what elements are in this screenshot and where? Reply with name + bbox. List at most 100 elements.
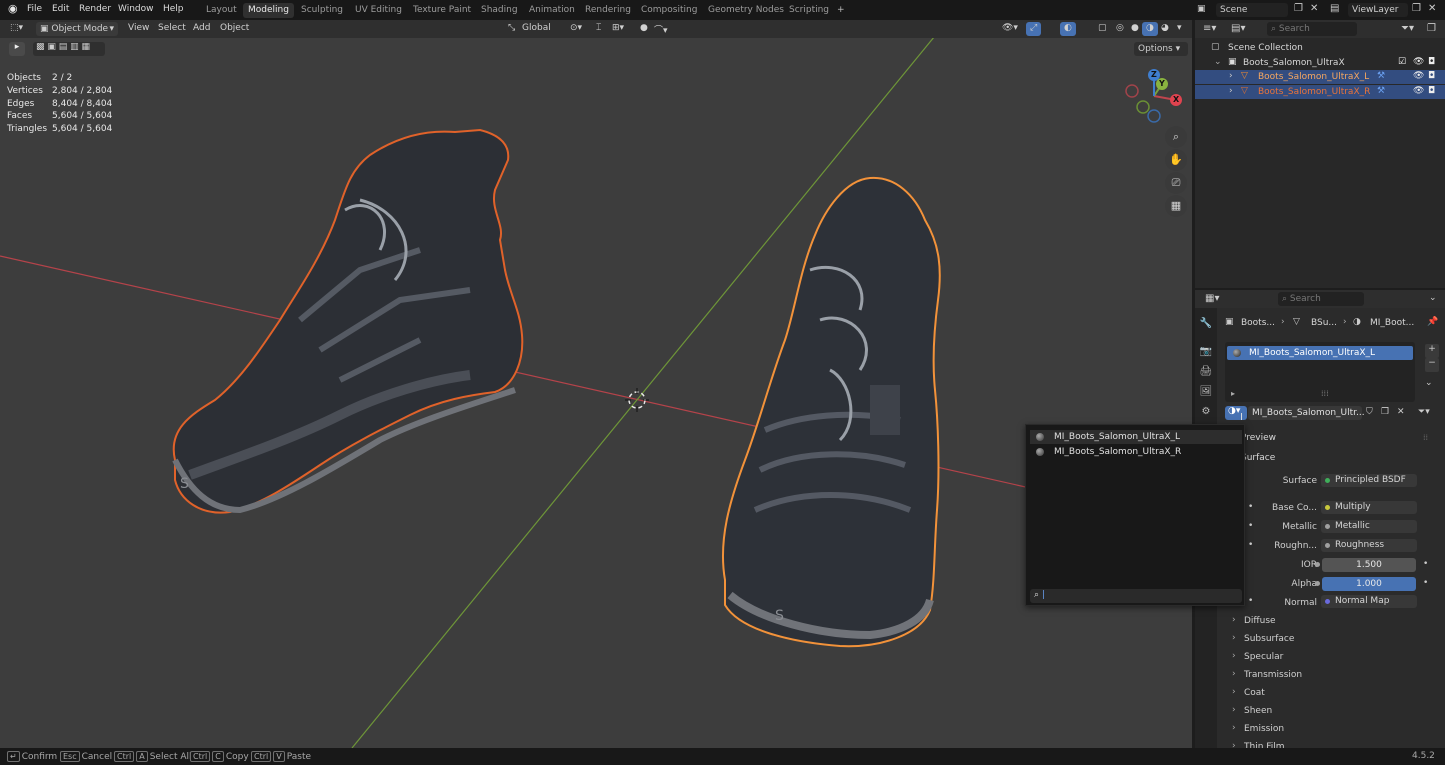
section-specular[interactable]: Specular xyxy=(1244,652,1283,662)
section-subsurface[interactable]: Subsurface xyxy=(1244,634,1294,644)
roughness-field[interactable]: Roughness xyxy=(1321,539,1417,552)
metallic-field[interactable]: Metallic xyxy=(1321,520,1417,533)
drag-handle-icon[interactable]: ⁞⁞ xyxy=(1423,433,1428,442)
add-workspace-button[interactable]: + xyxy=(832,3,850,18)
material-preview-icon[interactable]: ◑ xyxy=(1142,22,1158,36)
section-transmission[interactable]: Transmission xyxy=(1244,670,1302,680)
3d-viewport[interactable]: S S X Y Z ⌕ ✋ ⎚ ▦ ⬚▾ ▣ Object Mode ▾ Vie… xyxy=(0,20,1192,748)
scene-icon[interactable]: ▣ xyxy=(1197,4,1206,14)
view-layer-icon[interactable]: ▤ xyxy=(1330,3,1339,14)
menu-view[interactable]: View xyxy=(124,22,153,36)
collection-checkbox-icon[interactable]: ☑ xyxy=(1398,57,1406,67)
breadcrumb-material[interactable]: MI_Boot... xyxy=(1370,318,1414,328)
outliner-editor-type-icon[interactable]: ≡▾ xyxy=(1203,23,1216,34)
eye-icon[interactable]: 👁 xyxy=(1413,57,1424,67)
menu-edit[interactable]: Edit xyxy=(52,4,69,14)
list-resize-handle[interactable]: ⁞⁞⁞ xyxy=(1321,389,1329,398)
material-browse-button[interactable]: ◑▾ xyxy=(1225,406,1247,420)
section-diffuse[interactable]: Diffuse xyxy=(1244,616,1276,626)
workspace-tab-shading[interactable]: Shading xyxy=(476,3,523,18)
camera-icon[interactable]: ◘ xyxy=(1428,71,1435,81)
select-tool-icon[interactable]: ▸ xyxy=(9,42,25,56)
scene-selector[interactable]: Scene xyxy=(1216,3,1288,17)
delete-view-layer-icon[interactable]: ✕ xyxy=(1428,3,1436,14)
surface-shader-field[interactable]: Principled BSDF xyxy=(1321,474,1417,487)
add-slot-icon[interactable]: + xyxy=(1425,344,1439,358)
material-name-field[interactable]: MI_Boots_Salomon_Ultr... xyxy=(1248,406,1365,420)
snap-target-icon[interactable]: ⊞▾ xyxy=(608,22,628,36)
scene-tab-icon[interactable]: ⚙ xyxy=(1199,406,1213,420)
outliner-row-object[interactable]: › ▽ Boots_Salomon_UltraX_L ⚒ 👁 ◘ xyxy=(1195,70,1445,84)
breadcrumb-object[interactable]: Boots... xyxy=(1241,318,1275,328)
options-button[interactable]: Options ▾ xyxy=(1134,42,1188,56)
workspace-tab-modeling[interactable]: Modeling xyxy=(243,3,294,18)
proportional-falloff-icon[interactable]: ⌒▾ xyxy=(650,22,672,36)
visibility-icon[interactable]: 👁▾ xyxy=(998,22,1022,36)
list-expand-icon[interactable]: ▸ xyxy=(1231,389,1235,398)
fake-user-shield-icon[interactable]: ⛉ xyxy=(1366,407,1373,417)
menu-object[interactable]: Object xyxy=(216,22,253,36)
shading-options-icon[interactable]: ▾ xyxy=(1173,22,1186,36)
menu-render[interactable]: Render xyxy=(79,4,111,14)
outliner-display-mode-icon[interactable]: ▤▾ xyxy=(1231,23,1245,34)
node-filter-icon[interactable]: ⏷▾ xyxy=(1418,407,1430,417)
tool-tab-icon[interactable]: 🔧 xyxy=(1199,318,1213,332)
dropdown-item[interactable]: MI_Boots_Salomon_UltraX_L xyxy=(1030,430,1242,444)
modifier-wrench-icon[interactable]: ⚒ xyxy=(1377,71,1385,81)
base-color-field[interactable]: Multiply xyxy=(1321,501,1417,514)
unlink-material-icon[interactable]: ✕ xyxy=(1397,407,1405,417)
modifier-wrench-icon[interactable]: ⚒ xyxy=(1377,86,1385,96)
duplicate-material-icon[interactable]: ❐ xyxy=(1381,407,1389,417)
filter-icon[interactable]: ⏷▾ xyxy=(1401,23,1414,34)
section-emission[interactable]: Emission xyxy=(1244,724,1284,734)
alpha-slider[interactable]: 1.000 xyxy=(1322,577,1416,591)
remove-slot-icon[interactable]: − xyxy=(1425,358,1439,372)
keyframe-dot-icon[interactable]: • xyxy=(1423,578,1428,588)
normal-field[interactable]: Normal Map xyxy=(1321,595,1417,608)
surface-panel-header[interactable]: Surface xyxy=(1241,453,1275,463)
camera-icon[interactable]: ◘ xyxy=(1428,57,1435,67)
workspace-tab-sculpting[interactable]: Sculpting xyxy=(296,3,348,18)
new-view-layer-icon[interactable]: ❐ xyxy=(1412,3,1421,14)
eye-icon[interactable]: 👁 xyxy=(1413,71,1424,81)
outliner-row-collection[interactable]: ⌄ ▣ Boots_Salomon_UltraX ☑ 👁 ◘ xyxy=(1195,56,1445,70)
workspace-tab-texture-paint[interactable]: Texture Paint xyxy=(408,3,476,18)
outliner-row-object[interactable]: › ▽ Boots_Salomon_UltraX_R ⚒ 👁 ◘ xyxy=(1195,85,1445,99)
transform-orientation-icon[interactable]: ⤡ xyxy=(504,22,519,36)
workspace-tab-rendering[interactable]: Rendering xyxy=(580,3,636,18)
output-tab-icon[interactable]: 🖨 xyxy=(1199,366,1213,380)
expand-arrow-icon[interactable]: › xyxy=(1229,86,1233,96)
workspace-tab-scripting[interactable]: Scripting xyxy=(784,3,834,18)
pivot-point-icon[interactable]: ⊙▾ xyxy=(566,22,586,36)
workspace-tab-layout[interactable]: Layout xyxy=(201,3,242,18)
workspace-tab-animation[interactable]: Animation xyxy=(524,3,580,18)
right-boot-mesh[interactable]: S xyxy=(722,176,941,648)
workspace-tab-compositing[interactable]: Compositing xyxy=(636,3,702,18)
dropdown-search-input[interactable]: ⌕ | xyxy=(1030,589,1242,603)
section-coat[interactable]: Coat xyxy=(1244,688,1265,698)
menu-add[interactable]: Add xyxy=(189,22,214,36)
workspace-tab-geometry-nodes[interactable]: Geometry Nodes xyxy=(703,3,789,18)
view-layer-selector[interactable]: ViewLayer xyxy=(1348,3,1408,17)
pan-hand-icon[interactable]: ✋ xyxy=(1165,149,1187,171)
preview-panel-header[interactable]: Preview xyxy=(1241,433,1276,443)
expand-arrow-icon[interactable]: ⌄ xyxy=(1214,57,1222,67)
snap-icon[interactable]: ⌶ xyxy=(592,22,605,36)
wireframe-shading-icon[interactable]: ◎ xyxy=(1112,22,1128,36)
view-layer-tab-icon[interactable]: 🖼 xyxy=(1199,386,1213,400)
slot-specials-icon[interactable]: ⌄ xyxy=(1425,378,1433,388)
camera-icon[interactable]: ◘ xyxy=(1428,86,1435,96)
expand-arrow-icon[interactable]: › xyxy=(1229,71,1233,81)
ior-slider[interactable]: 1.500 xyxy=(1322,558,1416,572)
transform-orientation-selector[interactable]: Global xyxy=(518,22,555,36)
blender-logo-icon[interactable]: ◉ xyxy=(8,3,20,15)
menu-help[interactable]: Help xyxy=(163,4,184,14)
new-collection-icon[interactable]: ❐ xyxy=(1427,23,1436,34)
breadcrumb-mesh[interactable]: BSu... xyxy=(1311,318,1337,328)
material-slot-item[interactable]: MI_Boots_Salomon_UltraX_L xyxy=(1227,346,1413,360)
keyframe-dot-icon[interactable]: • xyxy=(1423,559,1428,569)
xray-icon[interactable]: ▢ xyxy=(1094,22,1111,36)
workspace-tab-uv-editing[interactable]: UV Editing xyxy=(350,3,407,18)
zoom-icon[interactable]: ⌕ xyxy=(1165,126,1187,148)
chevron-down-icon[interactable]: ⌄ xyxy=(1429,293,1437,303)
